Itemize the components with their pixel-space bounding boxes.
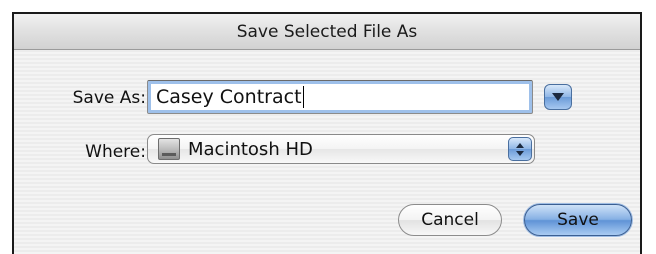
hard-drive-icon — [158, 138, 180, 160]
save-dialog: Save Selected File As Save As: Casey Con… — [12, 12, 642, 254]
expand-browser-button[interactable] — [544, 84, 572, 110]
where-value: Macintosh HD — [188, 138, 313, 160]
save-as-field[interactable]: Casey Contract — [147, 80, 533, 114]
save-button[interactable]: Save — [524, 204, 632, 236]
save-as-label: Save As: — [72, 88, 146, 108]
disclosure-triangle-icon — [552, 93, 564, 101]
arrow-up-icon — [516, 142, 524, 148]
arrow-down-icon — [516, 150, 524, 156]
text-caret — [302, 86, 304, 108]
up-down-arrows-icon — [508, 137, 532, 161]
save-as-value: Casey Contract — [156, 86, 302, 108]
where-popup[interactable]: Macintosh HD — [147, 134, 535, 164]
dialog-title: Save Selected File As — [236, 22, 418, 42]
cancel-button[interactable]: Cancel — [398, 204, 502, 236]
where-label: Where: — [85, 142, 146, 162]
title-bar[interactable]: Save Selected File As — [14, 14, 640, 50]
